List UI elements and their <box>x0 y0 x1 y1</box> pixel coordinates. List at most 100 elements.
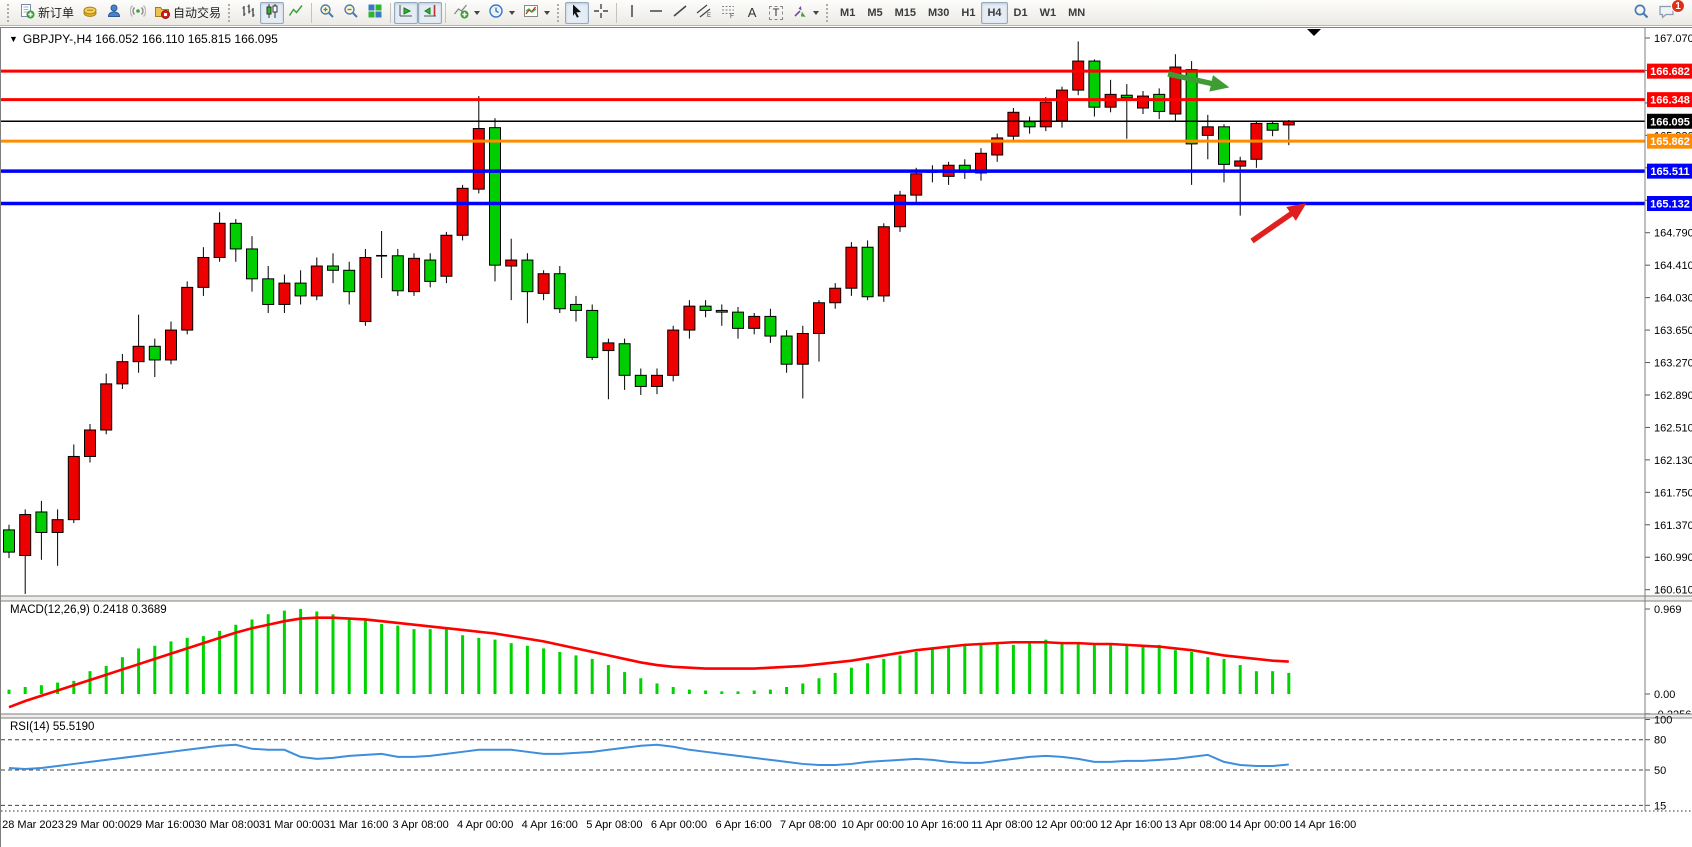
price-tick-label: 162.890 <box>1654 390 1692 402</box>
price-line-badge: 165.862 <box>1650 136 1690 148</box>
chart-type-group <box>236 0 554 26</box>
time-tick-label: 31 Mar 16:00 <box>324 819 389 831</box>
dropdown-caret-icon <box>474 11 480 15</box>
autotrading-button[interactable]: 自动交易 <box>150 2 225 24</box>
autotrading-label: 自动交易 <box>173 4 221 21</box>
time-tick-label: 13 Apr 08:00 <box>1165 819 1227 831</box>
toolbar-drag-handle[interactable] <box>557 4 562 22</box>
vertical-line-icon <box>624 3 640 22</box>
new-order-icon <box>19 3 35 22</box>
chart-title: GBPJPY-,H4 166.052 166.110 165.815 166.0… <box>23 32 278 46</box>
timeframe-button-m15[interactable]: M15 <box>889 2 922 24</box>
price-tick-label: 162.130 <box>1654 455 1692 467</box>
price-line-badge: 166.348 <box>1650 95 1690 107</box>
time-tick-label: 31 Mar 00:00 <box>259 819 324 831</box>
search-button[interactable] <box>1629 2 1654 24</box>
toolbar-drag-handle[interactable] <box>228 4 233 22</box>
community-button[interactable] <box>102 2 126 24</box>
arrows-tool-button[interactable] <box>788 2 823 24</box>
templates-button[interactable] <box>519 2 554 24</box>
text-tool-button[interactable]: A <box>740 2 764 24</box>
macd-tick-label: 0.00 <box>1654 689 1675 701</box>
auto-scroll-icon <box>398 3 414 22</box>
price-tick-label: 160.990 <box>1654 552 1692 564</box>
horizontal-line-button[interactable] <box>644 2 668 24</box>
equidistant-channel-button[interactable]: E <box>692 2 716 24</box>
chart-shift-icon <box>422 3 438 22</box>
time-tick-label: 4 Apr 00:00 <box>457 819 513 831</box>
label-tool-button[interactable]: T <box>764 2 788 24</box>
chat-button[interactable]: 1 <box>1654 2 1680 24</box>
dropdown-caret-icon <box>509 11 515 15</box>
timeframe-button-m5[interactable]: M5 <box>861 2 888 24</box>
line-chart-button[interactable] <box>284 2 308 24</box>
price-tick-label: 162.510 <box>1654 422 1692 434</box>
chart-shift-button[interactable] <box>418 2 442 24</box>
price-tick-label: 164.410 <box>1654 260 1692 272</box>
auto-scroll-button[interactable] <box>394 2 418 24</box>
timeframe-button-m30[interactable]: M30 <box>922 2 955 24</box>
tile-windows-button[interactable] <box>363 2 387 24</box>
timeframe-button-mn[interactable]: MN <box>1062 2 1091 24</box>
price-tick-label: 164.790 <box>1654 228 1692 240</box>
mt4-application: 新订单 自动交易 <box>0 0 1692 847</box>
crosshair-button[interactable] <box>589 2 613 24</box>
vertical-line-button[interactable] <box>620 2 644 24</box>
rsi-tick-label: 15 <box>1654 800 1666 812</box>
chart-window[interactable]: 167.070166.690166.310165.930165.550165.1… <box>0 27 1692 847</box>
time-tick-label: 29 Mar 00:00 <box>65 819 130 831</box>
periods-button[interactable] <box>484 2 519 24</box>
deposit-button[interactable] <box>78 2 102 24</box>
bar-chart-button[interactable] <box>236 2 260 24</box>
price-tick-label: 161.750 <box>1654 487 1692 499</box>
rsi-tick-label: 80 <box>1654 735 1666 747</box>
signals-button[interactable] <box>126 2 150 24</box>
time-tick-label: 6 Apr 00:00 <box>651 819 707 831</box>
chat-unread-badge: 1 <box>1671 0 1685 13</box>
timeframe-button-h1[interactable]: H1 <box>955 2 981 24</box>
chart-canvas[interactable]: 167.070166.690166.310165.930165.550165.1… <box>1 28 1692 847</box>
timeframe-button-m1[interactable]: M1 <box>834 2 861 24</box>
red-arrow-object[interactable] <box>1252 207 1301 241</box>
timeframe-button-h4[interactable]: H4 <box>981 2 1007 24</box>
time-tick-label: 5 Apr 08:00 <box>586 819 642 831</box>
time-tick-label: 10 Apr 16:00 <box>906 819 968 831</box>
timeframe-button-w1[interactable]: W1 <box>1034 2 1063 24</box>
time-tick-label: 14 Apr 00:00 <box>1229 819 1291 831</box>
zoom-out-button[interactable] <box>339 2 363 24</box>
templates-icon <box>523 3 539 22</box>
price-tick-label: 163.270 <box>1654 358 1692 370</box>
toolbar-drag-handle[interactable] <box>7 4 12 22</box>
time-tick-label: 30 Mar 08:00 <box>194 819 259 831</box>
rsi-tick-label: 50 <box>1654 765 1666 777</box>
new-order-button[interactable]: 新订单 <box>15 2 78 24</box>
zoom-in-icon <box>319 3 335 22</box>
chart-menu-icon[interactable]: ▼ <box>9 34 18 44</box>
time-tick-label: 7 Apr 08:00 <box>780 819 836 831</box>
trendline-button[interactable] <box>668 2 692 24</box>
autotrading-icon <box>154 3 170 22</box>
price-tick-label: 163.650 <box>1654 325 1692 337</box>
price-line-badge: 165.511 <box>1650 166 1689 178</box>
rsi-label: RSI(14) 55.5190 <box>10 721 94 733</box>
toolbar-drag-handle[interactable] <box>826 4 831 22</box>
chart-title-bar[interactable]: ▼ GBPJPY-,H4 166.052 166.110 165.815 166.… <box>9 32 278 46</box>
time-tick-label: 12 Apr 00:00 <box>1035 819 1097 831</box>
chart-shift-marker[interactable] <box>1307 29 1321 36</box>
dropdown-caret-icon <box>544 11 550 15</box>
fibonacci-icon: F <box>720 3 736 22</box>
indicators-button[interactable] <box>449 2 484 24</box>
fibonacci-button[interactable]: F <box>716 2 740 24</box>
timeframe-button-d1[interactable]: D1 <box>1008 2 1034 24</box>
community-person-icon <box>106 3 122 22</box>
price-tick-label: 164.030 <box>1654 293 1692 305</box>
price-tick-label: 160.610 <box>1654 585 1692 597</box>
candlestick-chart-button[interactable] <box>260 2 284 24</box>
drawing-tools-group: E F A T <box>565 0 823 26</box>
price-axis-badges: 166.682166.348166.095165.862165.511165.1… <box>1647 64 1692 211</box>
cursor-button[interactable] <box>565 2 589 24</box>
tile-windows-icon <box>367 3 383 22</box>
zoom-in-button[interactable] <box>315 2 339 24</box>
time-axis[interactable]: 28 Mar 202329 Mar 00:0029 Mar 16:0030 Ma… <box>2 819 1356 831</box>
text-tool-icon: A <box>748 5 757 20</box>
